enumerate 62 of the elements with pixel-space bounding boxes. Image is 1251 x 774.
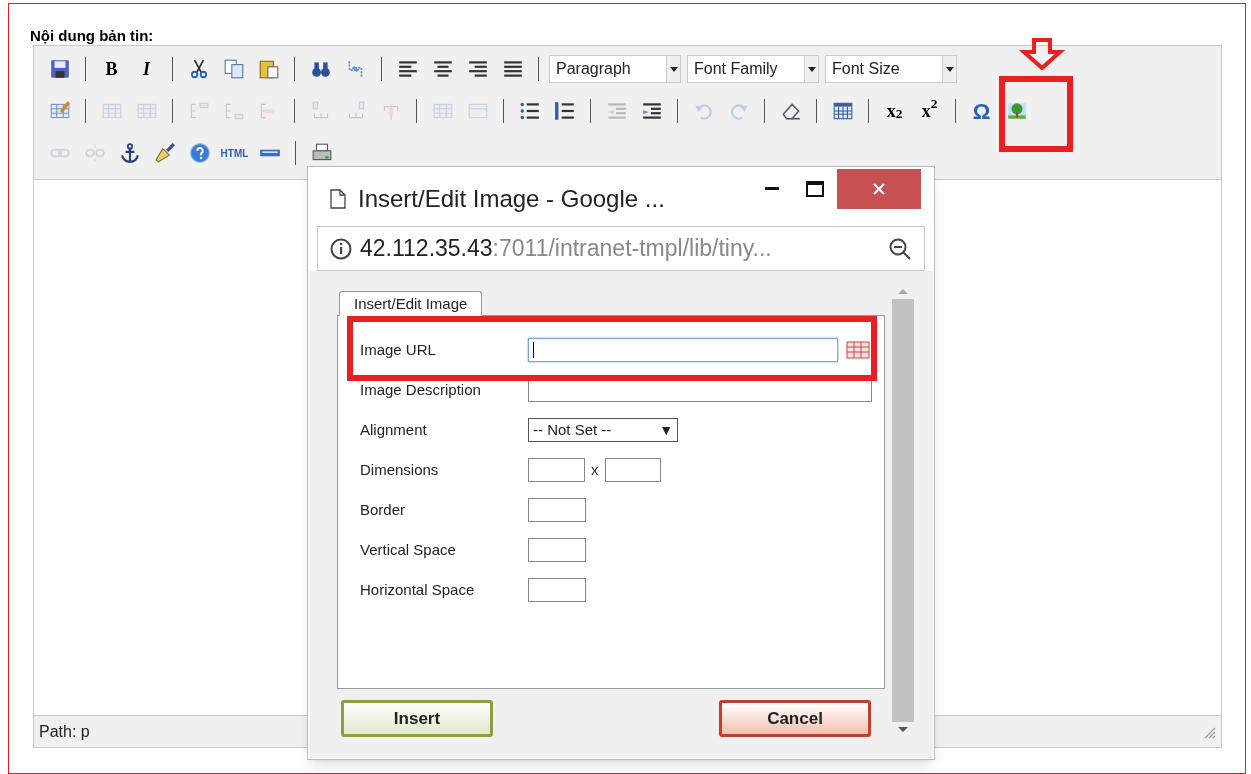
field-label: Nội dung bản tin:: [30, 26, 155, 45]
text-field[interactable]: [528, 578, 586, 602]
page-icon: [330, 189, 346, 209]
format-button[interactable]: HTML: [217, 137, 252, 169]
help-icon: [188, 142, 211, 164]
scroll-down-icon[interactable]: [897, 726, 909, 734]
maximize-icon: [806, 181, 824, 197]
format-button[interactable]: I: [129, 53, 164, 85]
address-url: 42.112.35.43:7011/intranet-tmpl/lib/tiny...: [360, 234, 773, 264]
dialog-title: Insert/Edit Image - Google ...: [358, 184, 665, 214]
field-label: Vertical Space: [360, 539, 457, 560]
tab[interactable]: Insert/Edit Image: [339, 291, 483, 316]
text-cursor: [533, 342, 534, 358]
grid-icon: [846, 341, 870, 359]
dropdown[interactable]: -- Not Set -- ▼: [528, 418, 678, 442]
anchor-icon: [118, 142, 141, 164]
zoom-out-icon[interactable]: [888, 236, 912, 261]
info-icon: [330, 237, 352, 260]
dropdown-caret-icon: [669, 66, 678, 72]
copy-icon: [222, 58, 245, 80]
align-justify-icon: [501, 58, 524, 80]
numbered-list-icon: [553, 100, 576, 122]
scroll-up-icon[interactable]: [897, 287, 909, 295]
close-icon: [872, 182, 886, 196]
cancel-button[interactable]: Cancel: [719, 700, 871, 737]
format-button[interactable]: Ω: [964, 95, 999, 127]
text-field[interactable]: [528, 458, 585, 482]
align-center-icon: [431, 58, 454, 80]
broken-chain-icon: [83, 142, 106, 164]
text-field[interactable]: [528, 338, 838, 362]
text-field[interactable]: [528, 498, 586, 522]
dropdown[interactable]: Font Size: [825, 55, 957, 83]
field-label: Image Description: [360, 379, 482, 400]
field-label: Image URL: [360, 339, 437, 360]
path-label: Path: p: [39, 721, 90, 742]
text-field[interactable]: [528, 538, 586, 562]
field-label: Border: [360, 499, 407, 520]
format-button[interactable]: x$^{2}$: [912, 95, 947, 127]
bullet-list-icon: [518, 100, 541, 122]
dropdown-caret-icon: [807, 66, 816, 72]
dropdown[interactable]: Font Family: [687, 55, 819, 83]
field-label: Horizontal Space: [360, 579, 476, 600]
field-label: Dimensions: [360, 459, 440, 480]
paintbrush-icon: [153, 142, 176, 164]
align-left-icon: [396, 58, 419, 80]
text-field[interactable]: [604, 458, 661, 482]
outdent-icon: [605, 100, 628, 122]
dropdown[interactable]: Paragraph: [549, 55, 681, 83]
table-icon: [831, 100, 854, 122]
dropdown-caret-icon: [945, 66, 954, 72]
format-button[interactable]: B: [94, 53, 129, 85]
clipboard-icon: [257, 58, 280, 80]
minimize-icon: [765, 187, 779, 191]
format-button[interactable]: x$_{2}$: [877, 95, 912, 127]
align-right-icon: [466, 58, 489, 80]
field-label: Alignment: [360, 419, 428, 440]
tree-picture-icon: [1005, 100, 1028, 122]
indent-icon: [640, 100, 663, 122]
insert-button[interactable]: Insert: [341, 700, 493, 737]
browse-button[interactable]: [846, 340, 870, 360]
separator-label: x: [591, 459, 599, 480]
address-bar[interactable]: 42.112.35.43:7011/intranet-tmpl/lib/tiny...: [317, 226, 925, 271]
